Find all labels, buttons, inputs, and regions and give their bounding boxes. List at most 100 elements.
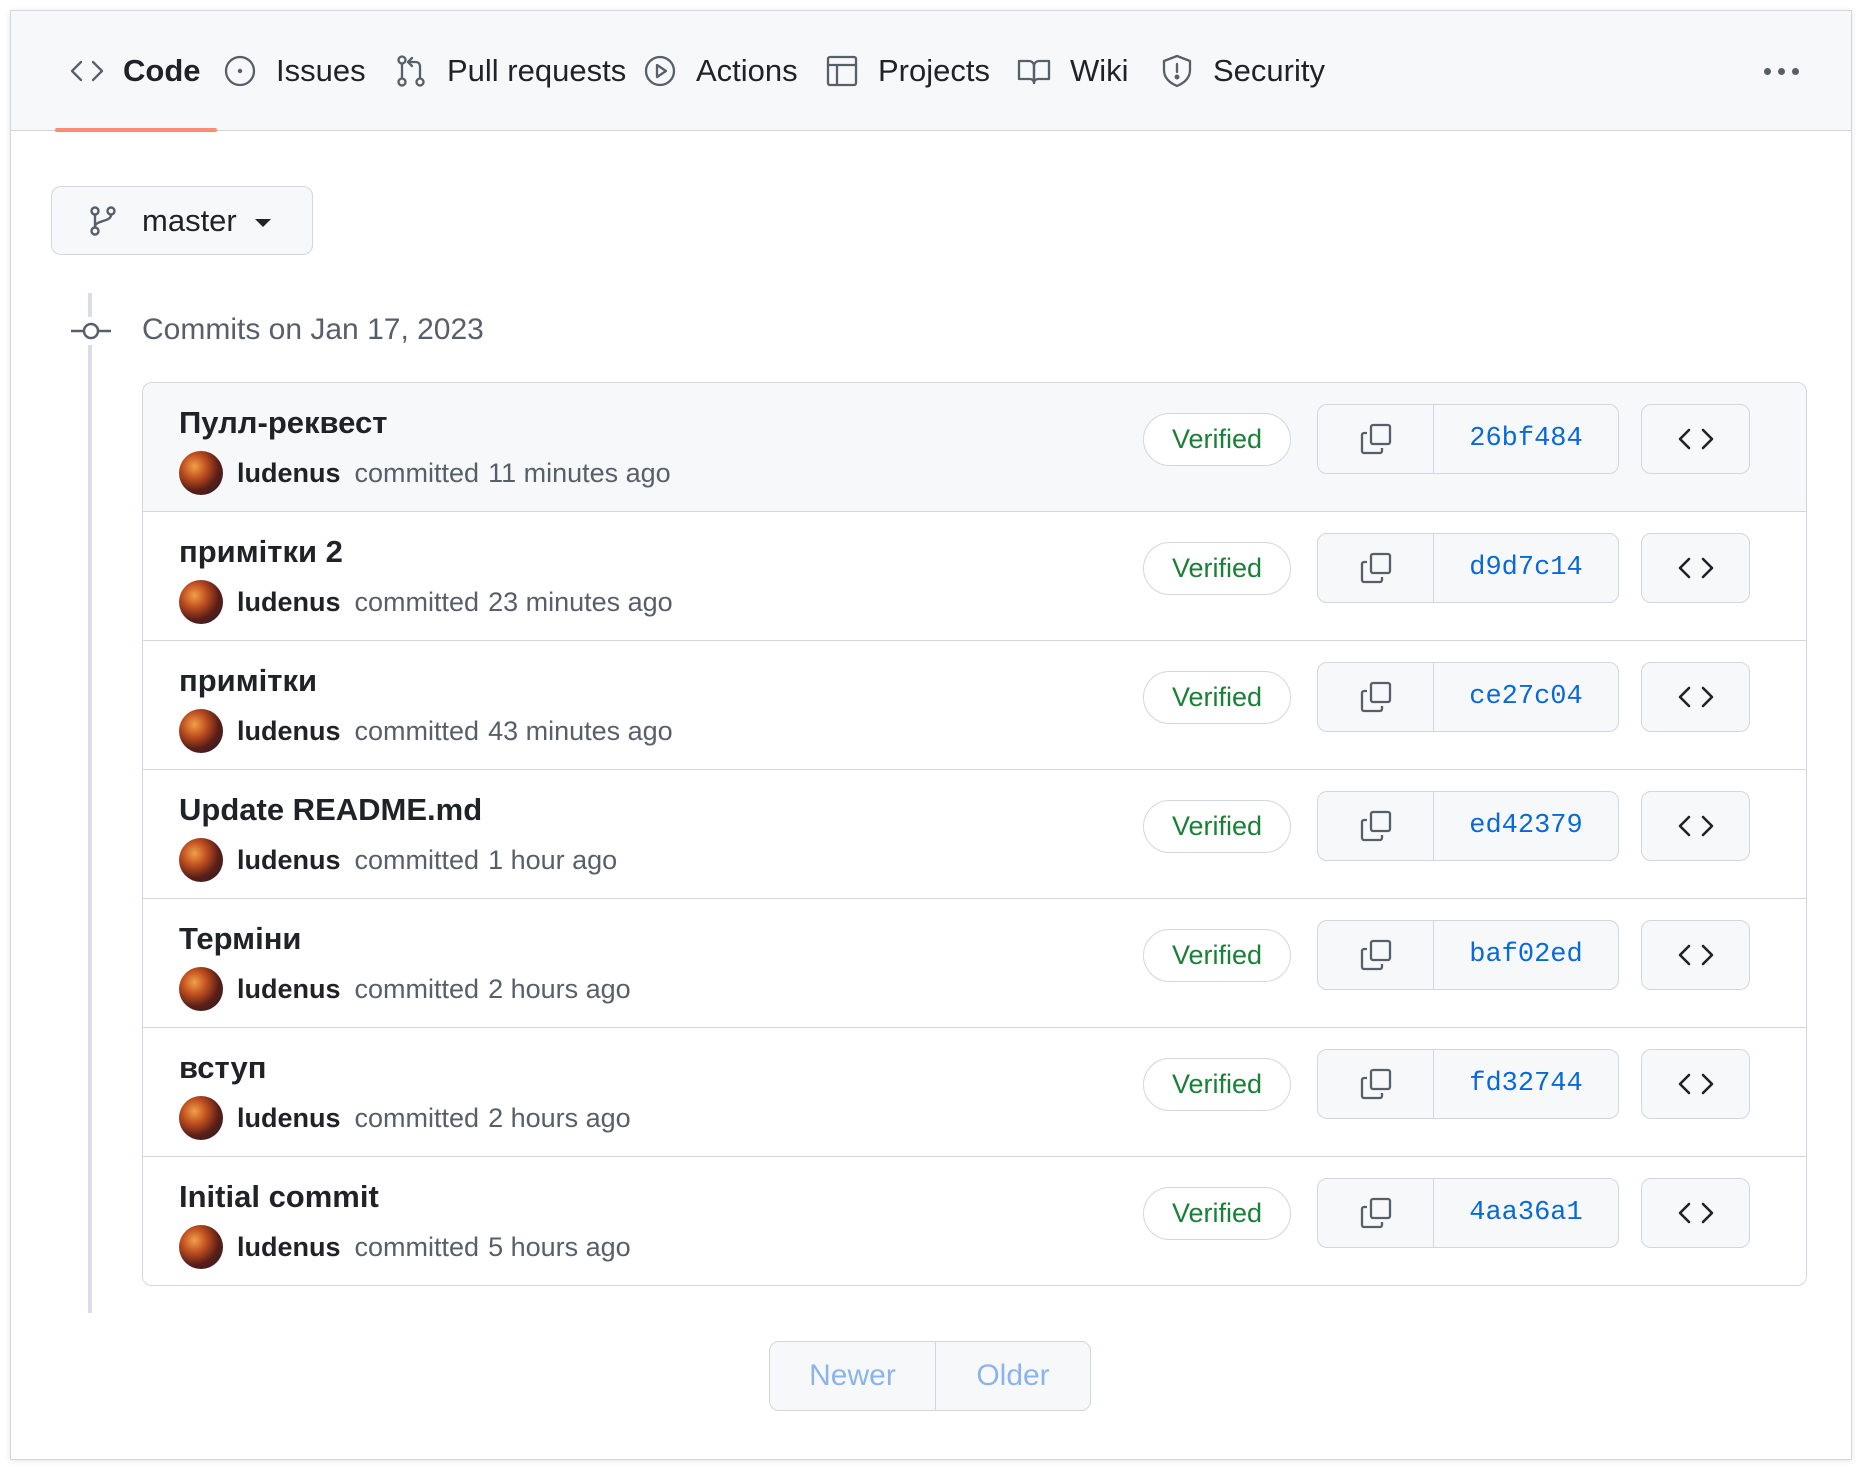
- copy-sha-button[interactable]: [1318, 663, 1434, 731]
- copy-icon: [1360, 552, 1391, 584]
- avatar[interactable]: [179, 838, 223, 882]
- commit-title[interactable]: примітки: [179, 663, 317, 699]
- commit-time: 43 minutes ago: [488, 715, 673, 746]
- shield-icon: [1159, 53, 1195, 89]
- tab-security-label: Security: [1213, 53, 1325, 88]
- avatar[interactable]: [179, 967, 223, 1011]
- verified-badge[interactable]: Verified: [1143, 800, 1291, 853]
- copy-icon: [1360, 681, 1391, 713]
- commit-time: 1 hour ago: [488, 844, 618, 875]
- commit-sha-link[interactable]: d9d7c14: [1434, 534, 1618, 602]
- commit-meta: ludenus committed 1 hour ago: [179, 838, 617, 882]
- tab-security[interactable]: Security: [1159, 11, 1325, 131]
- code-icon: [1678, 944, 1713, 966]
- avatar[interactable]: [179, 451, 223, 495]
- copy-icon: [1360, 1068, 1391, 1100]
- commit-author[interactable]: ludenus: [237, 458, 341, 489]
- pagination: Newer Older: [769, 1341, 1091, 1411]
- tab-pull-requests[interactable]: Pull requests: [393, 11, 626, 131]
- browse-repo-at-commit-button[interactable]: [1641, 404, 1750, 474]
- code-icon: [1678, 557, 1713, 579]
- commit-sha-link[interactable]: 4aa36a1: [1434, 1179, 1618, 1247]
- commit-node-icon: [71, 317, 111, 345]
- copy-sha-button[interactable]: [1318, 921, 1434, 989]
- copy-sha-button[interactable]: [1318, 405, 1434, 473]
- more-options-button[interactable]: [1751, 53, 1811, 89]
- tab-pull-requests-label: Pull requests: [447, 53, 627, 88]
- verified-badge[interactable]: Verified: [1143, 1058, 1291, 1111]
- issue-circle-icon: [222, 53, 258, 89]
- tab-code[interactable]: Code: [55, 11, 216, 132]
- browse-repo-at-commit-button[interactable]: [1641, 533, 1750, 603]
- book-icon: [1016, 53, 1052, 89]
- chevron-down-icon: [254, 218, 271, 227]
- browse-repo-at-commit-button[interactable]: [1641, 1178, 1750, 1248]
- commit-meta: ludenus committed 11 minutes ago: [179, 451, 671, 495]
- verified-badge[interactable]: Verified: [1143, 671, 1291, 724]
- tab-projects-label: Projects: [878, 53, 990, 88]
- copy-icon: [1360, 939, 1391, 971]
- commit-action: committed: [354, 973, 480, 1004]
- git-branch-icon: [90, 205, 116, 236]
- avatar[interactable]: [179, 709, 223, 753]
- copy-sha-button[interactable]: [1318, 1179, 1434, 1247]
- browse-repo-at-commit-button[interactable]: [1641, 1049, 1750, 1119]
- tab-actions[interactable]: Actions: [642, 11, 798, 131]
- commit-title[interactable]: Пулл-реквест: [179, 405, 387, 441]
- tab-projects[interactable]: Projects: [824, 11, 990, 131]
- commit-author[interactable]: ludenus: [237, 1103, 341, 1134]
- commit-author[interactable]: ludenus: [237, 587, 341, 618]
- avatar[interactable]: [179, 580, 223, 624]
- commit-action: committed: [354, 1231, 480, 1262]
- verified-badge[interactable]: Verified: [1143, 1187, 1291, 1240]
- branch-name: master: [142, 202, 237, 238]
- copy-sha-button[interactable]: [1318, 1050, 1434, 1118]
- commit-title[interactable]: вступ: [179, 1050, 266, 1086]
- commit-title[interactable]: примітки 2: [179, 534, 343, 570]
- sha-button-group: d9d7c14: [1317, 533, 1619, 603]
- commit-sha-link[interactable]: ce27c04: [1434, 663, 1618, 731]
- older-button[interactable]: Older: [936, 1342, 1090, 1410]
- sha-button-group: 4aa36a1: [1317, 1178, 1619, 1248]
- browse-repo-at-commit-button[interactable]: [1641, 920, 1750, 990]
- commit-row: Update README.md ludenus committed 1 hou…: [143, 769, 1806, 898]
- commit-sha-link[interactable]: baf02ed: [1434, 921, 1618, 989]
- browse-repo-at-commit-button[interactable]: [1641, 662, 1750, 732]
- commit-author[interactable]: ludenus: [237, 716, 341, 747]
- commit-time: 2 hours ago: [488, 973, 631, 1004]
- commit-author[interactable]: ludenus: [237, 974, 341, 1005]
- commit-sha-link[interactable]: ed42379: [1434, 792, 1618, 860]
- copy-icon: [1360, 423, 1391, 455]
- commit-author[interactable]: ludenus: [237, 1232, 341, 1263]
- commit-meta: ludenus committed 5 hours ago: [179, 1225, 631, 1269]
- commit-time: 11 minutes ago: [488, 457, 671, 488]
- commit-sha-link[interactable]: fd32744: [1434, 1050, 1618, 1118]
- commit-meta: ludenus committed 2 hours ago: [179, 967, 631, 1011]
- commit-sha-link[interactable]: 26bf484: [1434, 405, 1618, 473]
- verified-badge[interactable]: Verified: [1143, 413, 1291, 466]
- commit-title[interactable]: Терміни: [179, 921, 302, 957]
- verified-badge[interactable]: Verified: [1143, 929, 1291, 982]
- code-icon: [1678, 686, 1713, 708]
- branch-selector[interactable]: master: [51, 186, 313, 255]
- browse-repo-at-commit-button[interactable]: [1641, 791, 1750, 861]
- avatar[interactable]: [179, 1096, 223, 1140]
- commit-title[interactable]: Initial commit: [179, 1179, 379, 1215]
- sha-button-group: fd32744: [1317, 1049, 1619, 1119]
- pull-request-icon: [393, 53, 429, 89]
- tab-issues[interactable]: Issues: [222, 11, 366, 131]
- commit-action: committed: [354, 844, 480, 875]
- verified-badge[interactable]: Verified: [1143, 542, 1291, 595]
- newer-button[interactable]: Newer: [770, 1342, 936, 1410]
- tab-wiki[interactable]: Wiki: [1016, 11, 1129, 131]
- code-icon: [1678, 1202, 1713, 1224]
- commit-author[interactable]: ludenus: [237, 845, 341, 876]
- commit-title[interactable]: Update README.md: [179, 792, 482, 828]
- commit-meta: ludenus committed 43 minutes ago: [179, 709, 673, 753]
- avatar[interactable]: [179, 1225, 223, 1269]
- sha-button-group: ce27c04: [1317, 662, 1619, 732]
- copy-icon: [1360, 1197, 1391, 1229]
- copy-sha-button[interactable]: [1318, 534, 1434, 602]
- code-icon: [1678, 428, 1713, 450]
- copy-sha-button[interactable]: [1318, 792, 1434, 860]
